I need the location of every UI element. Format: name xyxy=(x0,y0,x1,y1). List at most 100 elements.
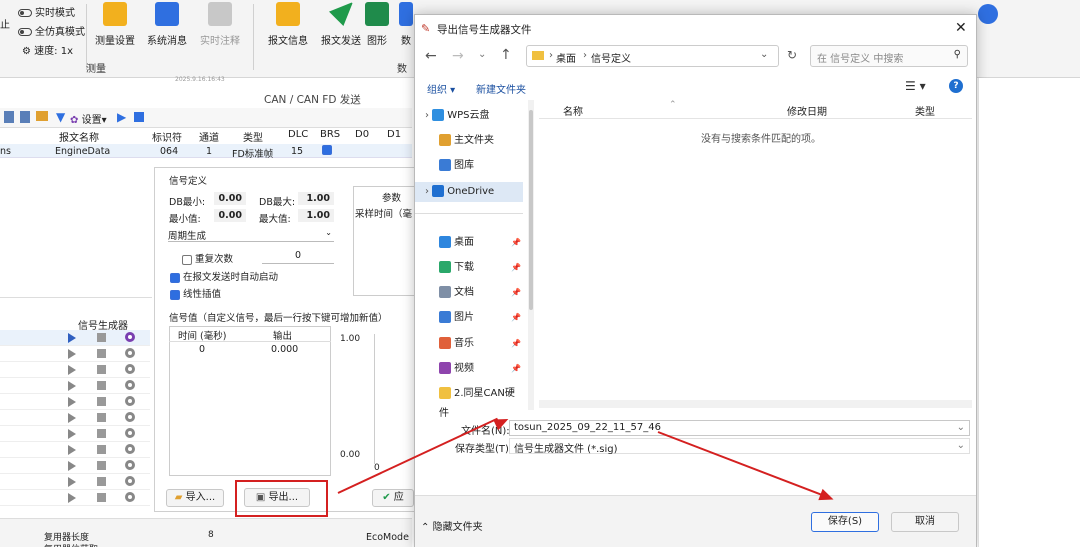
auto-start-checkbox[interactable]: 在报文发送时自动启动 xyxy=(170,269,278,283)
full-sim-mode-toggle[interactable]: 全仿真模式 xyxy=(18,23,85,38)
apply-button[interactable]: ✔ 应 xyxy=(372,489,414,507)
search-input[interactable]: 在 信号定义 中搜索 ⚲ xyxy=(810,45,968,67)
row-time[interactable]: 0 xyxy=(199,344,205,355)
pin-icon[interactable]: 📌 xyxy=(511,258,521,278)
gear-icon[interactable] xyxy=(125,364,135,374)
gear-icon[interactable] xyxy=(125,380,135,390)
pin-icon[interactable]: 📌 xyxy=(511,283,521,303)
save-as-icon[interactable] xyxy=(20,111,30,123)
pin-icon[interactable]: 📌 xyxy=(511,308,521,328)
breadcrumb-desktop[interactable]: 桌面 xyxy=(556,50,576,65)
forward-icon[interactable]: → xyxy=(452,48,464,64)
row-output[interactable]: 0.000 xyxy=(271,344,298,355)
stop-icon[interactable] xyxy=(97,333,106,342)
import-button[interactable]: ▰ 导入... xyxy=(166,489,224,507)
hide-folders-toggle[interactable]: ⌃ 隐藏文件夹 xyxy=(421,518,483,533)
play-icon[interactable] xyxy=(68,445,76,455)
col-date[interactable]: 修改日期 xyxy=(787,103,827,118)
stop-icon[interactable] xyxy=(97,413,106,422)
nav-item-pictures[interactable]: 图片 📌 xyxy=(415,308,523,328)
col-type[interactable]: 类型 xyxy=(915,103,935,118)
nav-item-downloads[interactable]: 下载 📌 xyxy=(415,258,523,278)
nav-item-wps[interactable]: › WPS云盘 xyxy=(415,106,523,126)
stop-icon[interactable] xyxy=(97,493,106,502)
settings-menu[interactable]: ✿ 设置▾ xyxy=(70,111,107,126)
brs-checkbox[interactable] xyxy=(322,145,335,156)
file-list[interactable]: 名称 ⌃ 修改日期 类型 没有与搜索条件匹配的项。 xyxy=(539,100,972,410)
stop-icon[interactable] xyxy=(97,477,106,486)
recent-dropdown-icon[interactable]: ⌄ xyxy=(478,49,486,60)
stop-icon[interactable] xyxy=(97,381,106,390)
play-icon[interactable]: ▶ xyxy=(117,110,126,124)
refresh-icon[interactable]: ↻ xyxy=(787,48,797,62)
play-icon[interactable] xyxy=(68,397,76,407)
filename-input[interactable]: tosun_2025_09_22_11_57_46 ⌄ xyxy=(509,420,970,436)
play-icon[interactable] xyxy=(68,381,76,391)
help-icon[interactable]: ? xyxy=(949,79,963,93)
nav-item-music[interactable]: 音乐 📌 xyxy=(415,334,523,354)
ribbon-right-icon[interactable] xyxy=(978,4,998,24)
filter-icon[interactable]: ▼ xyxy=(56,110,65,124)
new-folder-button[interactable]: 新建文件夹 xyxy=(476,81,526,96)
nav-item-documents[interactable]: 文档 📌 xyxy=(415,283,523,303)
play-icon[interactable] xyxy=(68,493,76,503)
realtime-mode-toggle[interactable]: 实时模式 xyxy=(18,4,75,19)
stop-icon[interactable] xyxy=(97,461,106,470)
mode-select[interactable]: 周期生成 ⌄ xyxy=(168,226,334,242)
play-icon[interactable] xyxy=(68,349,76,359)
gear-icon[interactable] xyxy=(125,348,135,358)
play-icon[interactable] xyxy=(68,333,76,343)
breadcrumb-folder[interactable]: 信号定义 xyxy=(591,50,631,65)
address-bar[interactable]: › 桌面 › 信号定义 ⌄ xyxy=(526,45,779,67)
stop-icon[interactable] xyxy=(97,429,106,438)
stop-icon[interactable] xyxy=(97,397,106,406)
db-max-field[interactable]: 1.00 xyxy=(298,192,334,205)
nav-item-desktop[interactable]: 桌面 📌 xyxy=(415,233,523,253)
filetype-select[interactable]: 信号生成器文件 (*.sig) ⌄ xyxy=(509,438,970,455)
nav-item-gallery[interactable]: 图库 xyxy=(415,156,523,176)
stop-icon[interactable] xyxy=(97,349,106,358)
gear-icon[interactable] xyxy=(125,332,135,342)
gear-icon[interactable] xyxy=(125,428,135,438)
gear-icon[interactable] xyxy=(125,476,135,486)
gear-icon[interactable] xyxy=(125,396,135,406)
play-icon[interactable] xyxy=(68,365,76,375)
realtime-note-button[interactable]: 实时注释 xyxy=(194,2,246,47)
msg-info-button[interactable]: 报文信息 xyxy=(262,2,314,47)
gear-icon[interactable] xyxy=(125,460,135,470)
graph-button[interactable]: 图形 xyxy=(357,2,397,47)
chevron-down-icon[interactable]: ⌄ xyxy=(760,49,768,60)
close-icon[interactable]: ✕ xyxy=(955,20,967,36)
up-icon[interactable]: ↑ xyxy=(500,47,512,63)
gear-icon[interactable] xyxy=(125,412,135,422)
pin-icon[interactable]: 📌 xyxy=(511,233,521,253)
linear-checkbox[interactable]: 线性插值 xyxy=(170,286,221,300)
stop-icon[interactable] xyxy=(97,445,106,454)
folder-icon[interactable] xyxy=(36,111,48,121)
stop-icon[interactable] xyxy=(134,112,144,122)
horizontal-scrollbar[interactable] xyxy=(539,400,972,408)
max-field[interactable]: 1.00 xyxy=(298,209,334,222)
view-menu-icon[interactable]: ☰ ▾ xyxy=(905,79,926,93)
play-icon[interactable] xyxy=(68,429,76,439)
nav-item-home[interactable]: 主文件夹 xyxy=(415,131,523,151)
system-message-button[interactable]: 系统消息 xyxy=(141,2,193,47)
values-table[interactable] xyxy=(169,326,331,476)
gear-icon[interactable] xyxy=(125,444,135,454)
pin-icon[interactable]: 📌 xyxy=(511,359,521,379)
speed-control[interactable]: ⚙ 速度: 1x xyxy=(22,42,73,57)
save-button[interactable]: 保存(S) xyxy=(811,512,879,532)
nav-item-can-hardware[interactable]: 2.同星CAN硬件 xyxy=(415,384,523,419)
save-icon[interactable] xyxy=(4,111,14,123)
cancel-button[interactable]: 取消 xyxy=(891,512,959,532)
back-icon[interactable]: ← xyxy=(425,48,437,64)
cut-button[interactable]: 数 xyxy=(398,2,414,47)
nav-item-videos[interactable]: 视频 📌 xyxy=(415,359,523,379)
stop-icon[interactable] xyxy=(97,365,106,374)
min-field[interactable]: 0.00 xyxy=(214,209,246,222)
play-icon[interactable] xyxy=(68,413,76,423)
nav-item-onedrive[interactable]: › OneDrive xyxy=(415,182,523,202)
gear-icon[interactable] xyxy=(125,492,135,502)
nav-scrollbar[interactable] xyxy=(528,100,534,410)
organize-menu[interactable]: 组织 ▾ xyxy=(427,81,455,96)
